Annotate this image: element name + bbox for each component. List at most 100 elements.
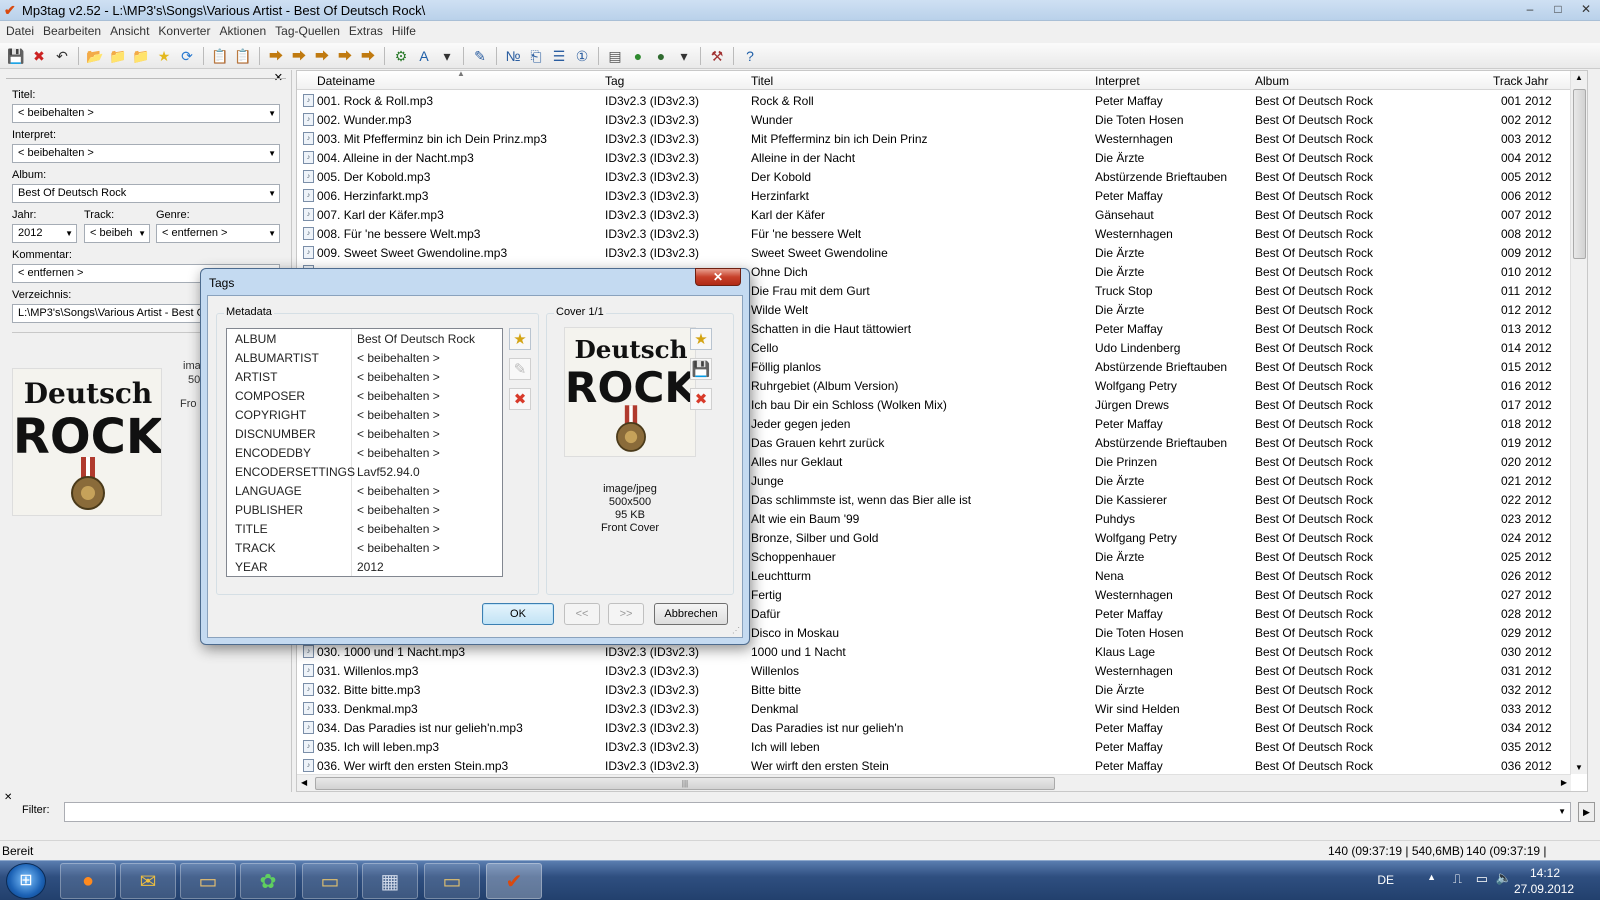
cover-artwork[interactable]: Deutsch ROCK <box>12 368 162 516</box>
metadata-row[interactable]: ALBUMARTIST < beibehalten > <box>227 348 502 367</box>
table-row[interactable]: ♪ 003. Mit Pfefferminz bin ich Dein Prinz… <box>297 129 1571 148</box>
metadata-row[interactable]: COMPOSER < beibehalten > <box>227 386 502 405</box>
table-row[interactable]: ♪ 002. Wunder.mp3 ID3v2.3 (ID3v2.3) Wunder D… <box>297 110 1571 129</box>
vertical-scrollbar[interactable]: ▲ ▼ <box>1570 71 1587 774</box>
undo-icon[interactable]: ↶ <box>52 46 72 66</box>
remove-cover-icon[interactable]: ✖ <box>690 388 712 410</box>
metadata-row[interactable]: ENCODERSETTINGS Lavf52.94.0 <box>227 462 502 481</box>
table-row[interactable]: ♪ 036. Wer wirft den ersten Stein.mp3 ID3v… <box>297 756 1571 775</box>
explorer-taskbar-icon[interactable]: ▭ <box>180 863 236 899</box>
metadata-list[interactable]: ALBUM Best Of Deutsch Rock ALBUMARTIST < be… <box>226 328 503 577</box>
start-button[interactable]: ⊞ <box>6 863 46 899</box>
close-filter-icon[interactable]: ✕ <box>4 792 12 803</box>
add-field-icon[interactable]: ★ <box>509 328 531 350</box>
table-row[interactable]: ♪ 004. Alleine in der Nacht.mp3 ID3v2.3 (I… <box>297 148 1571 167</box>
filter-input[interactable]: ▼ <box>64 802 1571 822</box>
copy-tag-icon[interactable]: 📋 <box>210 46 230 66</box>
interpret-field[interactable]: < beibehalten > ▼ <box>12 144 280 163</box>
export-icon[interactable]: ⎗ <box>526 46 546 66</box>
metadata-row[interactable]: ENCODEDBY < beibehalten > <box>227 443 502 462</box>
help-icon[interactable]: ? <box>740 46 760 66</box>
clock-date[interactable]: 27.09.2012 <box>1514 882 1574 896</box>
minimize-button[interactable]: – <box>1516 0 1544 20</box>
metadata-row[interactable]: LANGUAGE < beibehalten > <box>227 481 502 500</box>
dialog-cover-artwork[interactable]: Deutsch ROCK <box>564 327 696 457</box>
metadata-row[interactable]: TITLE < beibehalten > <box>227 519 502 538</box>
metadata-row[interactable]: YEAR 2012 <box>227 557 502 576</box>
column-album[interactable]: Album <box>1255 74 1289 88</box>
remove-tag-icon[interactable]: ✖ <box>29 46 49 66</box>
firefox-taskbar-icon[interactable]: ● <box>60 863 116 899</box>
menu-hilfe[interactable]: Hilfe <box>390 22 423 42</box>
horizontal-scroll-thumb[interactable]: ||| <box>315 777 1055 790</box>
column-dateiname[interactable]: Dateiname <box>317 74 375 88</box>
table-row[interactable]: ♪ 035. Ich will leben.mp3 ID3v2.3 (ID3v2.3… <box>297 737 1571 756</box>
next-button[interactable]: >> <box>608 603 644 625</box>
save-cover-icon[interactable]: 💾 <box>690 358 712 380</box>
previous-button[interactable]: << <box>564 603 600 625</box>
outlook-taskbar-icon[interactable]: ✉ <box>120 863 176 899</box>
table-row[interactable]: ♪ 009. Sweet Sweet Gwendoline.mp3 ID3v2.3 … <box>297 243 1571 262</box>
resize-grip-icon[interactable]: ⋰ <box>732 626 740 635</box>
numbering-icon[interactable]: ① <box>572 46 592 66</box>
menu-konverter[interactable]: Konverter <box>156 22 217 42</box>
add-cover-icon[interactable]: ★ <box>690 328 712 350</box>
table-row[interactable]: ♪ 007. Karl der Käfer.mp3 ID3v2.3 (ID3v2.3… <box>297 205 1571 224</box>
menu-aktionen[interactable]: Aktionen <box>217 22 273 42</box>
menu-tag-quellen[interactable]: Tag-Quellen <box>273 22 347 42</box>
text-file-tag-icon[interactable]: ⮕ <box>335 46 355 66</box>
genre-field[interactable]: < entfernen > ▼ <box>156 224 280 243</box>
metadata-row[interactable]: DISCNUMBER < beibehalten > <box>227 424 502 443</box>
track-field[interactable]: < beibeh ▼ <box>84 224 150 243</box>
cancel-button[interactable]: Abbrechen <box>654 603 728 625</box>
table-row[interactable]: ♪ 008. Für 'ne bessere Welt.mp3 ID3v2.3 (I… <box>297 224 1571 243</box>
table-row[interactable]: ♪ 032. Bitte bitte.mp3 ID3v2.3 (ID3v2.3) Bi… <box>297 680 1571 699</box>
dropdown-arrow-icon[interactable]: ▾ <box>674 46 694 66</box>
web-sources-icon[interactable]: ● <box>628 46 648 66</box>
tag-sources-icon[interactable]: ● <box>651 46 671 66</box>
remove-field-icon[interactable]: ✖ <box>509 388 531 410</box>
autonumber-icon[interactable]: № <box>503 46 523 66</box>
menu-bearbeiten[interactable]: Bearbeiten <box>41 22 108 42</box>
refresh-icon[interactable]: ⟳ <box>177 46 197 66</box>
close-dialog-button[interactable]: ✕ <box>695 268 741 286</box>
playlist-icon[interactable]: ☰ <box>549 46 569 66</box>
tag-filename-icon[interactable]: ⮕ <box>266 46 286 66</box>
volume-icon[interactable]: 🔈 <box>1496 870 1512 886</box>
show-hidden-icons-icon[interactable]: ▲ <box>1427 872 1436 882</box>
filter-go-button[interactable]: ▶ <box>1578 802 1595 822</box>
menu-datei[interactable]: Datei <box>4 22 41 42</box>
calculator-taskbar-icon[interactable]: ▦ <box>362 863 418 899</box>
folder-taskbar-icon[interactable]: ▭ <box>302 863 358 899</box>
horizontal-scrollbar[interactable]: ◀ ||| ▶ <box>297 774 1571 791</box>
maximize-button[interactable]: □ <box>1544 0 1572 20</box>
tag-tag-icon[interactable]: ⮕ <box>358 46 378 66</box>
table-row[interactable]: ♪ 033. Denkmal.mp3 ID3v2.3 (ID3v2.3) Denkma… <box>297 699 1571 718</box>
column-jahr[interactable]: Jahr <box>1525 74 1548 88</box>
metadata-row[interactable]: PUBLISHER < beibehalten > <box>227 500 502 519</box>
table-row[interactable]: ♪ 031. Willenlos.mp3 ID3v2.3 (ID3v2.3) Will… <box>297 661 1571 680</box>
table-row[interactable]: ♪ 006. Herzinfarkt.mp3 ID3v2.3 (ID3v2.3) He… <box>297 186 1571 205</box>
paste-tag-icon[interactable]: 📋 <box>233 46 253 66</box>
folder-window-taskbar-icon[interactable]: ▭ <box>424 863 480 899</box>
dropdown-arrow-icon[interactable]: ▾ <box>437 46 457 66</box>
case-conversion-icon[interactable]: A <box>414 46 434 66</box>
add-directory-icon[interactable]: 📂 <box>85 46 105 66</box>
favorites-icon[interactable]: ★ <box>154 46 174 66</box>
table-row[interactable]: ♪ 005. Der Kobold.mp3 ID3v2.3 (ID3v2.3) Der… <box>297 167 1571 186</box>
edit-field-icon[interactable]: ✎ <box>509 358 531 380</box>
filename-filename-icon[interactable]: ⮕ <box>312 46 332 66</box>
mp3tag-taskbar-icon[interactable]: ✔ <box>486 863 542 899</box>
column-track[interactable]: Track <box>1493 74 1523 88</box>
network-icon[interactable]: ▭ <box>1476 871 1488 887</box>
change-directory-icon[interactable]: 📁 <box>108 46 128 66</box>
edit-icon[interactable]: ✎ <box>470 46 490 66</box>
close-window-button[interactable]: ✕ <box>1572 0 1600 20</box>
vertical-scroll-thumb[interactable] <box>1573 89 1586 259</box>
actions-icon[interactable]: ⚙ <box>391 46 411 66</box>
table-row[interactable]: ♪ 001. Rock & Roll.mp3 ID3v2.3 (ID3v2.3) Ro… <box>297 91 1571 110</box>
language-indicator[interactable]: DE <box>1377 873 1394 887</box>
icq-taskbar-icon[interactable]: ✿ <box>240 863 296 899</box>
scroll-up-icon[interactable]: ▲ <box>1575 73 1583 82</box>
metadata-row[interactable]: TRACK < beibehalten > <box>227 538 502 557</box>
